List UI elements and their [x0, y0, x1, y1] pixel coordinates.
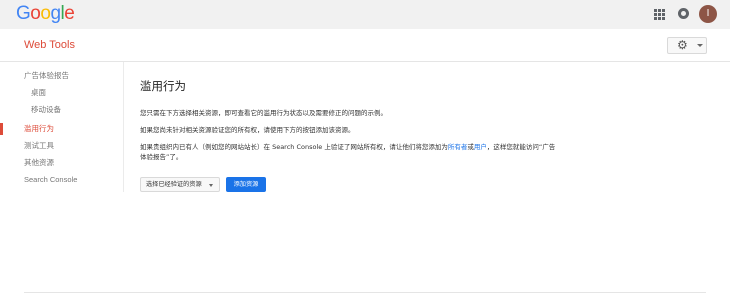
top-bar: Google I: [0, 0, 730, 29]
logo-letter: G: [16, 3, 31, 24]
verify-paragraph: 如果您尚未针对相关资源验证您的所有权，请使用下方的按钮添加该资源。: [140, 126, 355, 134]
footer-divider: [24, 292, 706, 293]
user-link[interactable]: 用户: [474, 143, 487, 151]
notifications-icon[interactable]: [678, 8, 689, 19]
logo-letter: o: [30, 3, 41, 24]
property-select[interactable]: 选择已经验证的资源: [140, 177, 220, 192]
sidebar-item-ad-experience-report[interactable]: 广告体验报告: [24, 71, 69, 81]
sidebar-item-abusive-experiences[interactable]: 滥用行为: [24, 124, 54, 134]
active-indicator: [0, 123, 3, 135]
intro-paragraph: 您只需在下方选择相关资源，即可查看它的滥用行为状态以及需要修正的问题的示例。: [140, 109, 387, 117]
apps-grid-icon[interactable]: [654, 9, 665, 20]
app-bar: Web Tools ⚙: [0, 29, 730, 62]
sidebar-item-search-console[interactable]: Search Console: [24, 175, 77, 185]
owner-link[interactable]: 所有者: [448, 143, 468, 151]
chevron-down-icon: [209, 184, 213, 187]
gear-icon: ⚙: [677, 38, 688, 52]
sidebar-item-test-tools[interactable]: 测试工具: [24, 141, 54, 151]
owner-paragraph: 如果贵组织内已有人（例如您的网站站长）在 Search Console 上验证了…: [140, 142, 560, 162]
property-select-value: 选择已经验证的资源: [146, 181, 202, 188]
sidebar-item-desktop[interactable]: 桌面: [31, 88, 46, 98]
settings-button[interactable]: ⚙: [667, 37, 707, 54]
google-logo[interactable]: Google: [16, 3, 75, 25]
sidebar-item-mobile[interactable]: 移动设备: [31, 105, 61, 115]
sidebar-item-other-resources[interactable]: 其他资源: [24, 158, 54, 168]
logo-letter: g: [50, 3, 61, 24]
chevron-down-icon: [697, 44, 703, 47]
avatar[interactable]: I: [699, 5, 717, 23]
logo-letter: o: [40, 3, 51, 24]
page-title: 滥用行为: [140, 79, 186, 93]
owner-paragraph-text: 如果贵组织内已有人（例如您的网站站长）在 Search Console 上验证了…: [140, 143, 448, 151]
logo-letter: e: [64, 3, 75, 24]
sidebar: 广告体验报告 桌面 移动设备 滥用行为 测试工具 其他资源 Search Con…: [0, 62, 124, 192]
add-property-button[interactable]: 添加资源: [226, 177, 266, 192]
app-title[interactable]: Web Tools: [24, 39, 75, 51]
